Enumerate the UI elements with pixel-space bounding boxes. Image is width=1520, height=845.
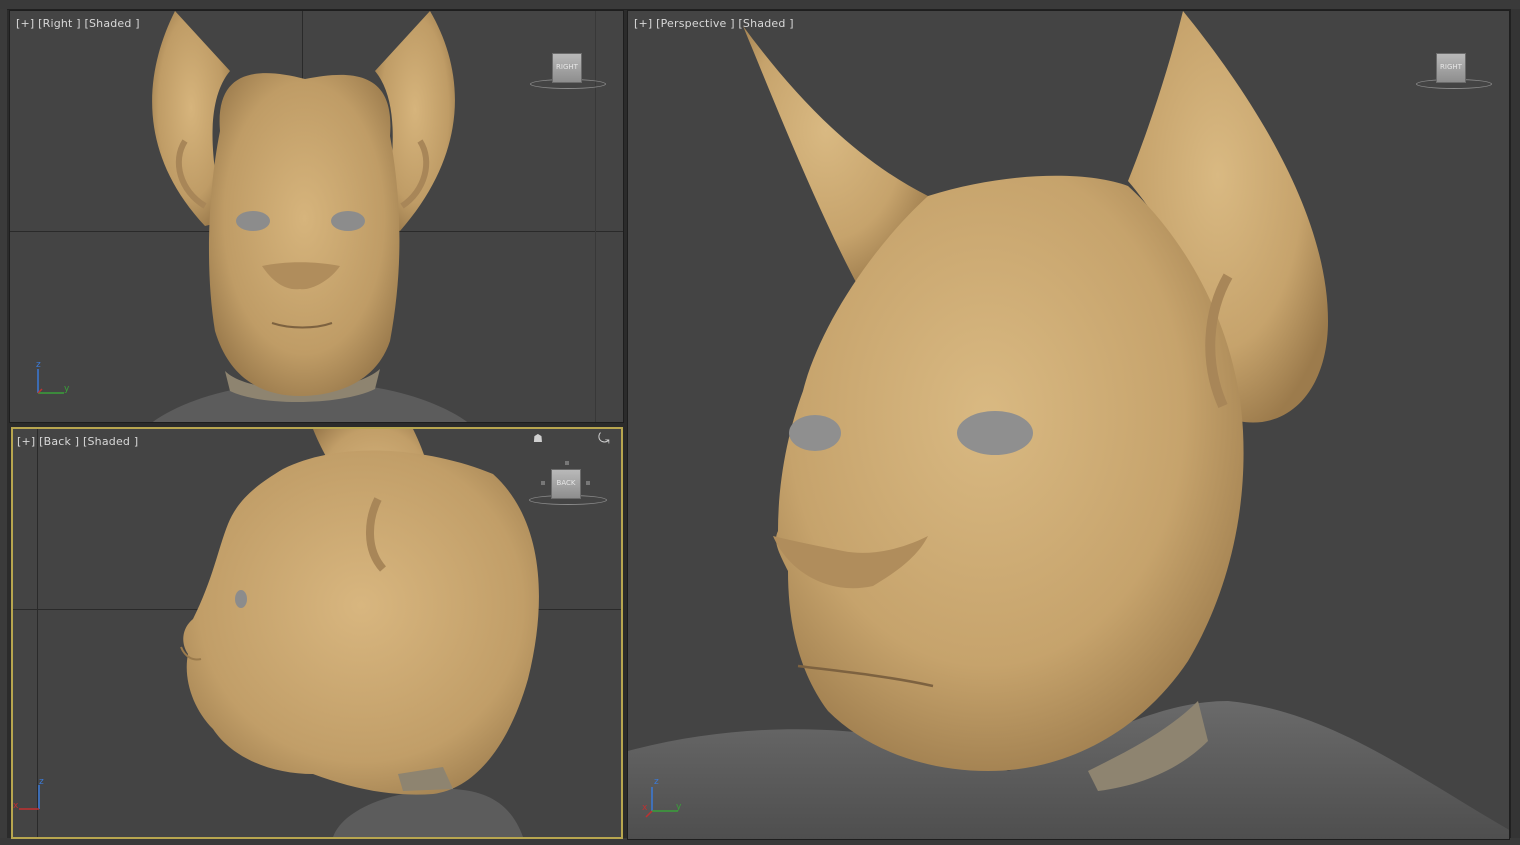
head-model-perspective-view[interactable] xyxy=(628,11,1510,840)
viewcube-arrow-up[interactable] xyxy=(565,461,569,465)
axis-y-label: y xyxy=(676,802,682,812)
viewport-menu-plus[interactable]: [+] xyxy=(17,435,35,448)
right-scrollbar[interactable] xyxy=(1510,9,1520,845)
axis-z-label: z xyxy=(654,777,659,787)
viewport-label-perspective[interactable]: [+] [Perspective ] [Shaded ] xyxy=(634,17,794,30)
viewcube-back[interactable]: BACK xyxy=(529,461,607,505)
orbit-arrows-icon[interactable]: ⤿ xyxy=(598,431,610,447)
viewport-shading-menu[interactable]: [Shaded ] xyxy=(83,435,138,448)
viewport-right[interactable]: [+] [Right ] [Shaded ] RIGHT z y xyxy=(9,10,624,423)
viewport-menu-plus[interactable]: [+] xyxy=(16,17,34,30)
viewcube-perspective[interactable]: RIGHT xyxy=(1416,51,1492,91)
axis-tripod-icon xyxy=(645,787,678,818)
viewport-perspective[interactable]: [+] [Perspective ] [Shaded ] RIGHT z x y xyxy=(627,10,1510,840)
viewport-menu-plus[interactable]: [+] xyxy=(634,17,652,30)
axis-y-label: y xyxy=(64,384,70,394)
viewcube-face[interactable]: RIGHT xyxy=(1436,53,1466,83)
top-panel-edge xyxy=(0,0,1520,10)
axis-z-label: z xyxy=(39,777,44,787)
viewport-view-menu[interactable]: [Right ] xyxy=(38,17,81,30)
axis-z-label: z xyxy=(36,360,41,370)
axis-x-label: x xyxy=(642,803,648,813)
viewport-label-back[interactable]: [+] [Back ] [Shaded ] xyxy=(17,435,138,448)
viewport-view-menu[interactable]: [Back ] xyxy=(39,435,79,448)
viewcube-right[interactable]: RIGHT xyxy=(530,51,606,91)
viewport-back[interactable]: [+] [Back ] [Shaded ] ☗ ⤿ BACK z x xyxy=(11,427,623,839)
left-panel-edge xyxy=(0,9,7,845)
viewcube-face[interactable]: RIGHT xyxy=(552,53,582,83)
viewport-label-right[interactable]: [+] [Right ] [Shaded ] xyxy=(16,17,140,30)
home-icon[interactable]: ☗ xyxy=(533,432,543,445)
viewcube-arrow-right[interactable] xyxy=(586,481,590,485)
axis-x-label: x xyxy=(13,801,19,811)
viewport-shading-menu[interactable]: [Shaded ] xyxy=(738,17,793,30)
viewport-shading-menu[interactable]: [Shaded ] xyxy=(84,17,139,30)
viewport-view-menu[interactable]: [Perspective ] xyxy=(656,17,735,30)
viewcube-face[interactable]: BACK xyxy=(551,469,581,499)
viewcube-arrow-left[interactable] xyxy=(541,481,545,485)
